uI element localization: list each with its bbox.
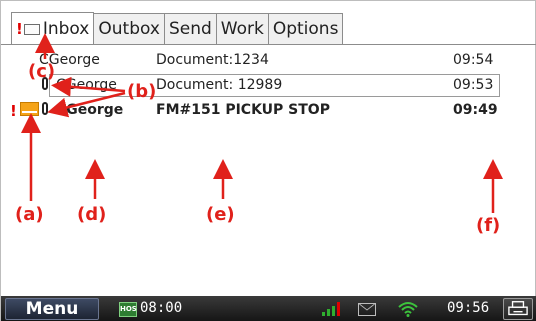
annotation-a: (a) (15, 204, 44, 225)
tab-outbox-label: Outbox (98, 18, 160, 39)
annotation-f: (f) (476, 215, 501, 236)
message-time: 09:53 (453, 77, 494, 93)
annotation-c: (c) (28, 61, 56, 82)
message-time: 09:54 (453, 52, 494, 68)
paperclip-icon (42, 102, 48, 115)
tab-send-label: Send (168, 18, 212, 39)
printer-icon[interactable] (503, 298, 533, 320)
mail-icon[interactable] (358, 303, 376, 316)
message-from: CGeorge (56, 102, 124, 118)
app-window: ! Inbox Outbox Send Work Options CGeorge… (0, 0, 536, 321)
tab-strip: ! Inbox Outbox Send Work Options (11, 12, 344, 45)
menu-button[interactable]: Menu (5, 298, 99, 320)
message-time: 09:49 (453, 102, 498, 118)
message-row-unread[interactable]: ! CGeorge FM#151 PICKUP STOP 09:49 (1, 100, 536, 122)
tab-options-label: Options (272, 18, 339, 39)
annotation-b: (b) (127, 81, 157, 102)
message-subject: Document: 12989 (156, 77, 283, 93)
tab-options[interactable]: Options (267, 13, 344, 44)
hos-icon[interactable]: HOS (119, 302, 137, 317)
tab-inbox[interactable]: ! Inbox (11, 12, 95, 45)
tab-send[interactable]: Send (163, 13, 217, 44)
wifi-icon (398, 302, 418, 317)
signal-icon (322, 302, 340, 316)
tab-work-label: Work (220, 18, 264, 39)
message-row-selected[interactable]: CGeorge Document: 12989 09:53 (1, 75, 536, 97)
message-subject: Document:1234 (156, 52, 269, 68)
unread-envelope-icon (20, 102, 39, 116)
envelope-icon (23, 23, 40, 35)
tab-outbox[interactable]: Outbox (93, 13, 165, 44)
annotation-e: (e) (206, 204, 235, 225)
message-subject: FM#151 PICKUP STOP (156, 102, 330, 118)
message-row[interactable]: CGeorge Document:1234 09:54 (1, 50, 536, 72)
message-from: CGeorge (56, 77, 117, 93)
clock: 09:56 (447, 300, 490, 316)
tab-inbox-label: Inbox (42, 18, 90, 39)
taskbar: Menu HOS 08:00 09:56 (1, 296, 536, 321)
annotation-d: (d) (77, 204, 107, 225)
alert-icon: ! (16, 19, 23, 38)
tab-work[interactable]: Work (215, 13, 269, 44)
priority-alert-icon: ! (10, 102, 17, 120)
hos-time: 08:00 (140, 300, 183, 316)
